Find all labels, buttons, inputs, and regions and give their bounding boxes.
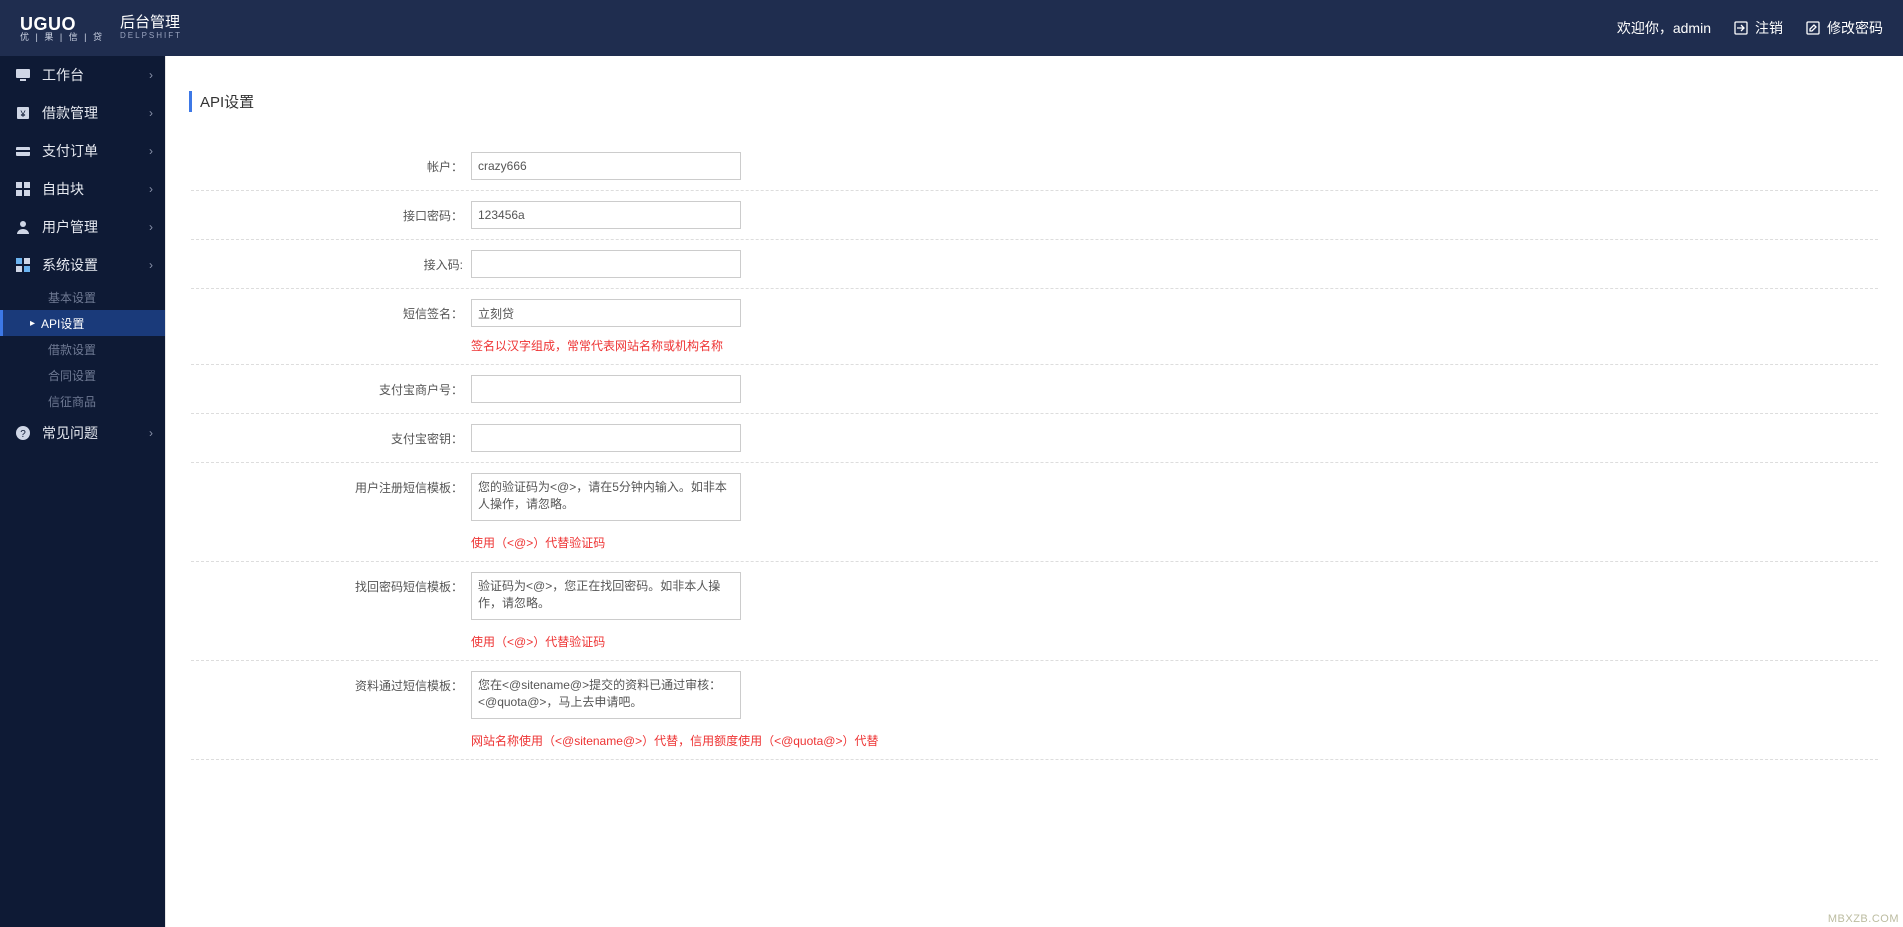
sidebar: 工作台 › ¥ 借款管理 › 支付订单 › 自由块 › 用户管理 › 系统设置 … [0, 56, 165, 927]
sub-loan-settings[interactable]: 借款设置 [0, 336, 165, 362]
row-register-template: 用户注册短信模板： 您的验证码为<@>，请在5分钟内输入。如非本人操作，请忽略。… [191, 463, 1878, 562]
nav-label: 工作台 [42, 65, 84, 85]
nav-loan-manage[interactable]: ¥ 借款管理 › [0, 94, 165, 132]
textarea-findpwd-template[interactable]: 验证码为<@>，您正在找回密码。如非本人操作，请忽略。 [471, 572, 741, 620]
edit-icon [1805, 20, 1821, 36]
label-alipay-secret: 支付宝密钥： [191, 424, 471, 447]
logo-side-title: 后台管理 [120, 15, 182, 32]
chevron-right-icon: › [149, 106, 153, 120]
chevron-right-icon: › [149, 220, 153, 234]
input-api-password[interactable] [471, 201, 741, 229]
textarea-pass-template[interactable]: 您在<@sitename@>提交的资料已通过审核：<@quota@>，马上去申请… [471, 671, 741, 719]
input-access-code[interactable] [471, 250, 741, 278]
logo-text-top: UGUO [20, 15, 104, 33]
chevron-right-icon: › [149, 68, 153, 82]
welcome-text: 欢迎你，admin [1617, 18, 1711, 38]
sub-api-settings[interactable]: API设置 [0, 310, 165, 336]
change-password-link[interactable]: 修改密码 [1805, 18, 1883, 38]
sub-contract-settings[interactable]: 合同设置 [0, 362, 165, 388]
nav-payment-orders[interactable]: 支付订单 › [0, 132, 165, 170]
input-sms-sign[interactable] [471, 299, 741, 327]
nav-label: 常见问题 [42, 423, 98, 443]
desktop-icon [14, 66, 32, 84]
brand-logo: UGUO 优 | 果 | 信 | 贷 [20, 15, 104, 42]
chevron-right-icon: › [149, 144, 153, 158]
nav-label: 借款管理 [42, 103, 98, 123]
logout-label: 注销 [1755, 18, 1783, 38]
label-pass-template: 资料通过短信模板： [191, 671, 471, 694]
nav-faq[interactable]: ? 常见问题 › [0, 414, 165, 452]
row-account: 帐户： [191, 142, 1878, 191]
content-area: API设置 帐户： 接口密码： 接入码: 短信签名： 签名以汉字组成，常常代表网… [165, 56, 1903, 927]
hint-pass-template: 网站名称使用（<@sitename@>）代替，信用额度使用（<@quota@>）… [471, 732, 1878, 749]
tiles-icon [14, 256, 32, 274]
logo-side-sub: DELPSHIFT [120, 32, 182, 41]
chevron-right-icon: › [149, 258, 153, 272]
label-register-template: 用户注册短信模板： [191, 473, 471, 496]
label-sms-sign: 短信签名： [191, 299, 471, 322]
chevron-right-icon: › [149, 426, 153, 440]
sub-credit-goods[interactable]: 信征商品 [0, 388, 165, 414]
row-alipay-merchant: 支付宝商户号： [191, 365, 1878, 414]
money-icon: ¥ [14, 104, 32, 122]
row-access-code: 接入码: [191, 240, 1878, 289]
hint-findpwd-template: 使用（<@>）代替验证码 [471, 633, 1878, 650]
svg-text:?: ? [20, 429, 26, 440]
change-password-label: 修改密码 [1827, 18, 1883, 38]
nav-dashboard[interactable]: 工作台 › [0, 56, 165, 94]
nav-label: 自由块 [42, 179, 84, 199]
nav-user-manage[interactable]: 用户管理 › [0, 208, 165, 246]
hint-register-template: 使用（<@>）代替验证码 [471, 534, 1878, 551]
page-title: API设置 [189, 91, 1888, 112]
grid-icon [14, 180, 32, 198]
chevron-right-icon: › [149, 182, 153, 196]
row-sms-sign: 短信签名： 签名以汉字组成，常常代表网站名称或机构名称 [191, 289, 1878, 365]
user-icon [14, 218, 32, 236]
logo-text-bottom: 优 | 果 | 信 | 贷 [20, 33, 104, 42]
nav-system-settings[interactable]: 系统设置 › [0, 246, 165, 284]
card-icon [14, 142, 32, 160]
nav-free-block[interactable]: 自由块 › [0, 170, 165, 208]
label-findpwd-template: 找回密码短信模板： [191, 572, 471, 595]
nav-label: 系统设置 [42, 255, 98, 275]
nav-label: 支付订单 [42, 141, 98, 161]
row-pass-template: 资料通过短信模板： 您在<@sitename@>提交的资料已通过审核：<@quo… [191, 661, 1878, 760]
header-right: 欢迎你，admin 注销 修改密码 [1617, 18, 1883, 38]
logo-area: UGUO 优 | 果 | 信 | 贷 后台管理 DELPSHIFT [20, 15, 182, 42]
input-alipay-secret[interactable] [471, 424, 741, 452]
sub-basic-settings[interactable]: 基本设置 [0, 284, 165, 310]
input-alipay-merchant[interactable] [471, 375, 741, 403]
label-access-code: 接入码: [191, 250, 471, 273]
textarea-register-template[interactable]: 您的验证码为<@>，请在5分钟内输入。如非本人操作，请忽略。 [471, 473, 741, 521]
logout-icon [1733, 20, 1749, 36]
question-icon: ? [14, 424, 32, 442]
row-alipay-secret: 支付宝密钥： [191, 414, 1878, 463]
label-account: 帐户： [191, 152, 471, 175]
row-findpwd-template: 找回密码短信模板： 验证码为<@>，您正在找回密码。如非本人操作，请忽略。 使用… [191, 562, 1878, 661]
svg-text:¥: ¥ [19, 109, 26, 119]
nav-label: 用户管理 [42, 217, 98, 237]
row-api-password: 接口密码： [191, 191, 1878, 240]
label-alipay-merchant: 支付宝商户号： [191, 375, 471, 398]
logout-link[interactable]: 注销 [1733, 18, 1783, 38]
top-header: UGUO 优 | 果 | 信 | 贷 后台管理 DELPSHIFT 欢迎你，ad… [0, 0, 1903, 56]
hint-sms-sign: 签名以汉字组成，常常代表网站名称或机构名称 [471, 337, 1878, 354]
input-account[interactable] [471, 152, 741, 180]
label-api-password: 接口密码： [191, 201, 471, 224]
